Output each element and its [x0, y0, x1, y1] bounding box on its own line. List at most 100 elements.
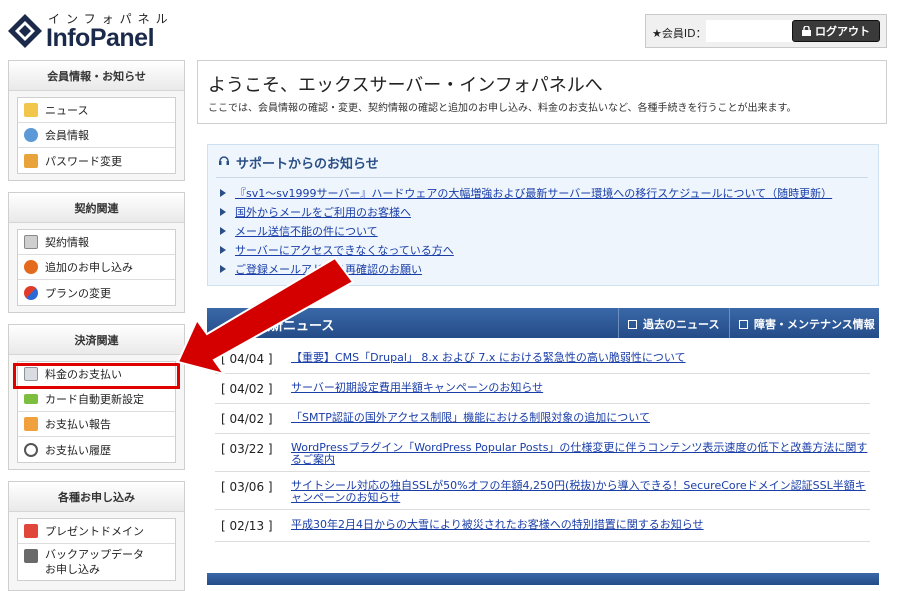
- member-id-box: ★会員ID： ログアウト: [645, 14, 887, 48]
- credit-card-icon: [24, 394, 38, 404]
- sidebar-list: ニュース 会員情報 パスワード変更: [17, 97, 176, 174]
- news-row: [ 04/02 ] 「SMTP認証の国外アクセス制限」機能における制限対象の追加…: [215, 404, 870, 434]
- news-link[interactable]: サーバー初期設定費用半額キャンペーンのお知らせ: [291, 382, 870, 403]
- clock-icon: [24, 442, 38, 457]
- news-row: [ 02/13 ] 平成30年2月4日からの大雪により被災されたお客様への特別措…: [215, 510, 870, 542]
- sidebar-item-label: お申し込み: [45, 563, 100, 576]
- news-date: [ 04/04 ]: [221, 352, 273, 366]
- sidebar-item-contract-info[interactable]: 契約情報: [18, 230, 175, 255]
- logout-button[interactable]: ログアウト: [792, 20, 880, 42]
- news-date: [ 03/06 ]: [221, 480, 273, 494]
- list-item: ご登録メールアドレス再確認のお願い: [220, 259, 832, 278]
- past-news-label: 過去のニュース: [643, 318, 720, 331]
- logout-label: ログアウト: [815, 25, 870, 38]
- support-heading: サポートからのお知らせ: [218, 153, 379, 172]
- news-date: [ 02/13 ]: [221, 519, 273, 533]
- member-id-label: ★会員ID：: [652, 27, 707, 40]
- logo-text: InfoPanel: [46, 24, 155, 52]
- list-item: サーバーにアクセスできなくなっている方へ: [220, 240, 832, 259]
- sidebar-section-payment: 決済関連 料金のお支払い カード自動更新設定 お支払い報告 お支払い履歴: [8, 324, 185, 470]
- sidebar-item-label: プランの変更: [45, 286, 111, 300]
- sidebar-item-label: 追加のお申し込み: [45, 261, 133, 274]
- user-icon: [24, 128, 38, 142]
- support-link[interactable]: ご登録メールアドレス再確認のお願い: [235, 261, 422, 277]
- sidebar-item-card-auto-renew[interactable]: カード自動更新設定: [18, 387, 175, 412]
- sidebar-item-label: ニュース: [45, 104, 89, 117]
- news-row: [ 04/02 ] サーバー初期設定費用半額キャンペーンのお知らせ: [215, 374, 870, 404]
- sidebar-item-label: バックアップデータ: [45, 548, 144, 561]
- sidebar-heading-contract: 契約関連: [9, 193, 184, 223]
- list-item: 国外からメールをご利用のお客様へ: [220, 202, 832, 221]
- news-date: [ 04/02 ]: [221, 412, 273, 426]
- bullet-arrow-icon: [220, 207, 226, 216]
- next-section-bar: [207, 573, 879, 585]
- sidebar-heading-payment: 決済関連: [9, 325, 184, 355]
- bullet-arrow-icon: [220, 245, 226, 254]
- bullet-arrow-icon: [220, 188, 226, 197]
- sidebar-item-add-order[interactable]: 追加のお申し込み: [18, 255, 175, 280]
- support-link[interactable]: メール送信不能の件について: [235, 223, 378, 239]
- sidebar-item-news[interactable]: ニュース: [18, 98, 175, 123]
- logo-diamond-icon: [8, 14, 42, 48]
- sidebar-item-backup-data[interactable]: バックアップデータ お申し込み: [18, 544, 175, 580]
- plus-circle-icon: [24, 260, 38, 274]
- document-icon: [24, 235, 38, 249]
- news-link[interactable]: 「SMTP認証の国外アクセス制限」機能における制限対象の追加について: [291, 412, 870, 433]
- support-title: サポートからのお知らせ: [236, 157, 379, 172]
- page-title: ようこそ、エックスサーバー・インフォパネルへ: [208, 75, 603, 96]
- infopanel-logo[interactable]: インフォパネル InfoPanel: [8, 8, 178, 52]
- sidebar-list: 契約情報 追加のお申し込み プランの変更: [17, 229, 176, 306]
- page-subtitle: ここでは、会員情報の確認・変更、契約情報の確認と追加のお申し込み、料金のお支払い…: [208, 103, 797, 114]
- highlight-box: [13, 363, 180, 389]
- lock-icon: [802, 25, 811, 36]
- news-list: [ 04/04 ] 【重要】CMS「Drupal」 8.x および 7.x にお…: [215, 344, 870, 542]
- sidebar-item-label: 会員情報: [45, 129, 89, 142]
- bullet-arrow-icon: [220, 264, 226, 273]
- list-item: メール送信不能の件について: [220, 221, 832, 240]
- support-link[interactable]: 国外からメールをご利用のお客様へ: [235, 204, 411, 220]
- list-item: 『sv1〜sv1999サーバー』ハードウェアの大幅増強および最新サーバー環境への…: [220, 183, 832, 202]
- sidebar-item-label: お支払い報告: [45, 418, 111, 431]
- sidebar-heading-applications: 各種お申し込み: [9, 482, 184, 512]
- sidebar-item-payment-history[interactable]: お支払い履歴: [18, 437, 175, 462]
- news-header-bar: 最新ニュース 過去のニュース 障害・メンテナンス情報: [207, 308, 879, 338]
- sidebar-item-label: プレゼントドメイン: [45, 525, 144, 538]
- sidebar-section-member: 会員情報・お知らせ ニュース 会員情報 パスワード変更: [8, 60, 185, 181]
- support-list: 『sv1〜sv1999サーバー』ハードウェアの大幅増強および最新サーバー環境への…: [220, 183, 832, 278]
- news-row: [ 04/04 ] 【重要】CMS「Drupal」 8.x および 7.x にお…: [215, 344, 870, 374]
- sidebar-item-label: パスワード変更: [45, 154, 122, 168]
- server-icon: [24, 549, 38, 563]
- padlock-icon: [24, 153, 38, 168]
- sidebar-item-member-info[interactable]: 会員情報: [18, 123, 175, 148]
- sidebar-heading-member: 会員情報・お知らせ: [9, 61, 184, 91]
- news-date: [ 03/22 ]: [221, 442, 273, 456]
- gift-icon: [24, 524, 38, 538]
- sidebar-section-applications: 各種お申し込み プレゼントドメイン バックアップデータ お申し込み: [8, 481, 185, 591]
- news-icon: [24, 103, 38, 117]
- news-row: [ 03/22 ] WordPressプラグイン「WordPress Popul…: [215, 434, 870, 472]
- bullet-arrow-icon: [220, 226, 226, 235]
- past-news-link[interactable]: 過去のニュース: [628, 316, 719, 332]
- sidebar-item-label: お支払い履歴: [45, 443, 111, 457]
- news-row: [ 03/06 ] サイトシール対応の独自SSLが50%オフの年額4,250円(…: [215, 472, 870, 510]
- sidebar-item-present-domain[interactable]: プレゼントドメイン: [18, 519, 175, 544]
- expand-box-icon: [628, 319, 637, 329]
- sidebar-item-payment-report[interactable]: お支払い報告: [18, 412, 175, 437]
- maintenance-info-link[interactable]: 障害・メンテナンス情報: [739, 316, 875, 332]
- sidebar-section-contract: 契約関連 契約情報 追加のお申し込み プランの変更: [8, 192, 185, 313]
- news-date: [ 04/02 ]: [221, 382, 273, 396]
- sidebar-item-label-group: バックアップデータ お申し込み: [45, 547, 144, 577]
- refresh-icon: [24, 285, 38, 300]
- news-title: 最新ニュース: [257, 319, 335, 334]
- sidebar-item-label: カード自動更新設定: [45, 393, 144, 406]
- sidebar-item-plan-change[interactable]: プランの変更: [18, 280, 175, 305]
- support-link[interactable]: サーバーにアクセスできなくなっている方へ: [235, 242, 454, 258]
- news-link[interactable]: サイトシール対応の独自SSLが50%オフの年額4,250円(税抜)から導入できる…: [291, 480, 870, 509]
- speech-bubble-icon: [24, 417, 38, 431]
- support-link[interactable]: 『sv1〜sv1999サーバー』ハードウェアの大幅増強および最新サーバー環境への…: [235, 185, 832, 201]
- news-link[interactable]: 平成30年2月4日からの大雪により被災されたお客様への特別措置に関するお知らせ: [291, 519, 870, 541]
- divider: [729, 308, 730, 338]
- news-link[interactable]: 【重要】CMS「Drupal」 8.x および 7.x における緊急性の高い脆弱…: [291, 352, 870, 373]
- news-link[interactable]: WordPressプラグイン「WordPress Popular Posts」の…: [291, 442, 870, 471]
- sidebar-item-password[interactable]: パスワード変更: [18, 148, 175, 173]
